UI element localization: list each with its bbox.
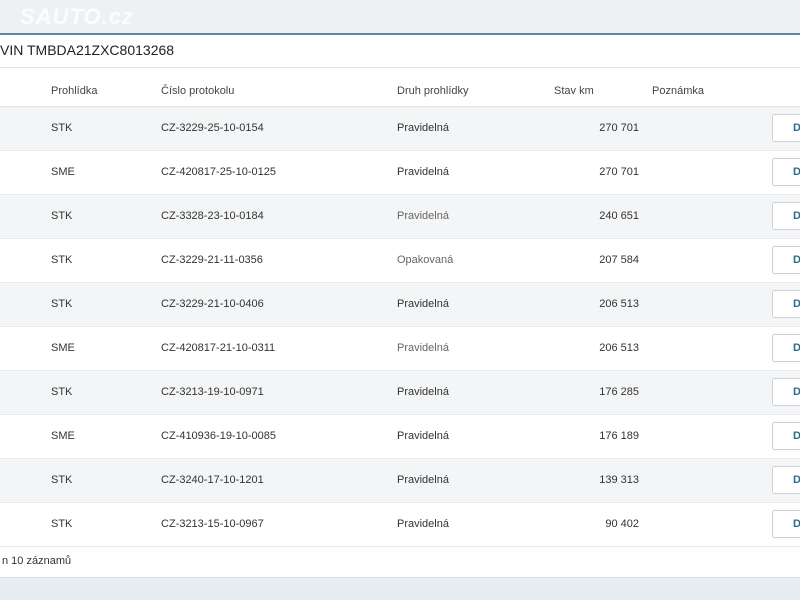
cell-type: Opakovaná: [397, 254, 454, 266]
cell-type: Pravidelná: [397, 166, 449, 178]
cell-km: 270 701: [599, 122, 639, 134]
cell-km: 240 651: [599, 210, 639, 222]
table-row[interactable]: STK CZ-3328-23-10-0184 Pravidelná 240 651 D: [0, 195, 800, 239]
cell-protocol: CZ-420817-25-10-0125: [161, 166, 276, 178]
table-row[interactable]: STK CZ-3240-17-10-1201 Pravidelná 139 313 D: [0, 459, 800, 503]
cell-inspection: STK: [51, 298, 73, 310]
cell-km: 139 313: [599, 474, 639, 486]
detail-button[interactable]: D: [772, 466, 800, 494]
cell-km: 270 701: [599, 166, 639, 178]
cell-inspection: SME: [51, 342, 75, 354]
table-row[interactable]: STK CZ-3229-25-10-0154 Pravidelná 270 701 D: [0, 107, 800, 151]
cell-inspection: STK: [51, 254, 73, 266]
detail-button[interactable]: D: [772, 290, 800, 318]
header-protocol[interactable]: Číslo protokolu: [161, 85, 234, 97]
cell-km: 206 513: [599, 298, 639, 310]
cell-inspection: STK: [51, 386, 73, 398]
table-row[interactable]: SME CZ-420817-25-10-0125 Pravidelná 270 701…: [0, 151, 800, 195]
cell-type: Pravidelná: [397, 298, 449, 310]
cell-protocol: CZ-3213-15-10-0967: [161, 518, 264, 530]
cell-inspection: SME: [51, 430, 75, 442]
cell-protocol: CZ-3229-21-10-0406: [161, 298, 264, 310]
cell-km: 176 285: [599, 386, 639, 398]
cell-protocol: CZ-3229-25-10-0154: [161, 122, 264, 134]
row-divider: [0, 546, 800, 547]
table-row[interactable]: STK CZ-3229-21-11-0356 Opakovaná 207 584 D: [0, 239, 800, 283]
cell-type: Pravidelná: [397, 518, 449, 530]
header-km[interactable]: Stav km: [554, 85, 594, 97]
cell-type: Pravidelná: [397, 210, 449, 222]
panel-title: VIN TMBDA21ZXC8013268: [0, 42, 175, 58]
detail-button[interactable]: D: [772, 422, 800, 450]
header-note[interactable]: Poznámka: [652, 85, 704, 97]
detail-button[interactable]: D: [772, 246, 800, 274]
cell-type: Pravidelná: [397, 386, 449, 398]
cell-km: 90 402: [605, 518, 639, 530]
header-type[interactable]: Druh prohlídky: [397, 85, 469, 97]
cell-type: Pravidelná: [397, 430, 449, 442]
watermark-logo: SAUTO.cz: [20, 4, 134, 29]
header-inspection[interactable]: Prohlídka: [51, 85, 97, 97]
cell-km: 207 584: [599, 254, 639, 266]
cell-type: Pravidelná: [397, 474, 449, 486]
title-divider: [0, 67, 800, 68]
cell-type: Pravidelná: [397, 342, 449, 354]
cell-inspection: STK: [51, 474, 73, 486]
detail-button[interactable]: D: [772, 114, 800, 142]
detail-button[interactable]: D: [772, 334, 800, 362]
cell-type: Pravidelná: [397, 122, 449, 134]
cell-protocol: CZ-420817-21-10-0311: [161, 342, 276, 354]
cell-inspection: SME: [51, 166, 75, 178]
table-row[interactable]: STK CZ-3229-21-10-0406 Pravidelná 206 513 D: [0, 283, 800, 327]
cell-km: 206 513: [599, 342, 639, 354]
inspection-panel: VIN TMBDA21ZXC8013268 Prohlídka Číslo pr…: [0, 33, 800, 578]
cell-protocol: CZ-3328-23-10-0184: [161, 210, 264, 222]
cell-km: 176 189: [599, 430, 639, 442]
table-row[interactable]: STK CZ-3213-15-10-0967 Pravidelná 90 402 D: [0, 503, 800, 547]
cell-protocol: CZ-3213-19-10-0971: [161, 386, 264, 398]
table-row[interactable]: SME CZ-420817-21-10-0311 Pravidelná 206 513…: [0, 327, 800, 371]
detail-button[interactable]: D: [772, 202, 800, 230]
cell-protocol: CZ-3240-17-10-1201: [161, 474, 264, 486]
top-bar: SAUTO.cz: [0, 0, 800, 33]
table-row[interactable]: STK CZ-3213-19-10-0971 Pravidelná 176 285 D: [0, 371, 800, 415]
detail-button[interactable]: D: [772, 378, 800, 406]
cell-inspection: STK: [51, 518, 73, 530]
table-row[interactable]: SME CZ-410936-19-10-0085 Pravidelná 176 189…: [0, 415, 800, 459]
detail-button[interactable]: D: [772, 510, 800, 538]
cell-inspection: STK: [51, 210, 73, 222]
cell-protocol: CZ-3229-21-11-0356: [161, 254, 263, 266]
cell-inspection: STK: [51, 122, 73, 134]
records-info: n 10 záznamů: [2, 555, 72, 567]
detail-button[interactable]: D: [772, 158, 800, 186]
cell-protocol: CZ-410936-19-10-0085: [161, 430, 276, 442]
